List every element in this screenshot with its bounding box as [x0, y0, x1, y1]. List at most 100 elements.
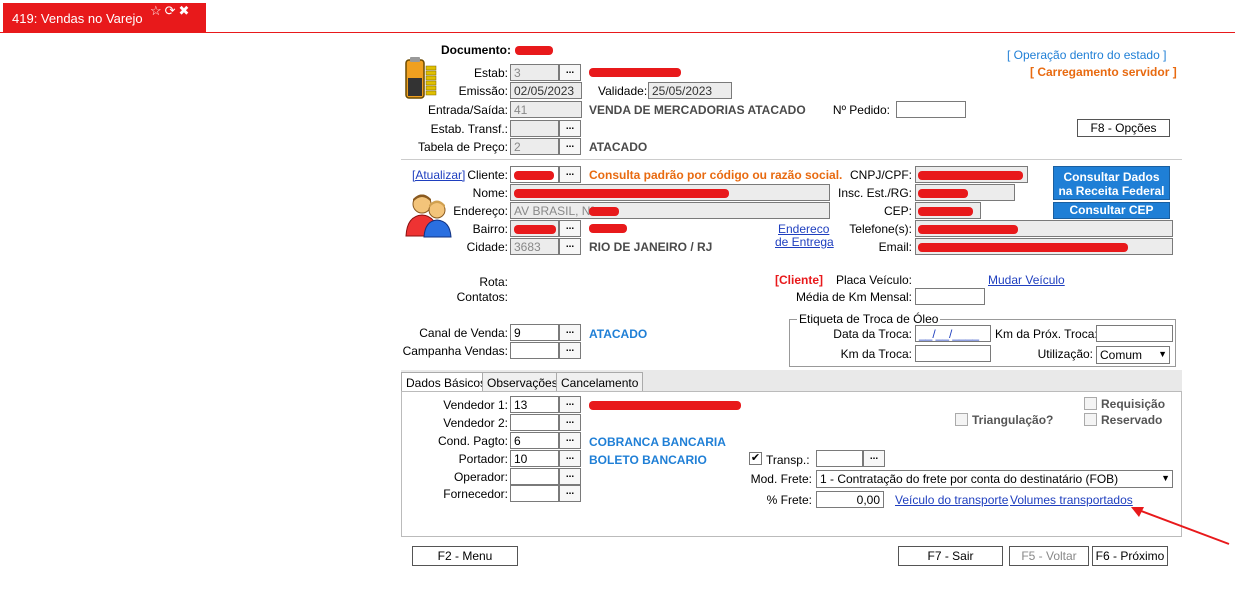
bairro-field[interactable]	[510, 220, 559, 237]
chevron-down-icon: ▼	[1158, 349, 1167, 359]
media-km-field[interactable]	[915, 288, 985, 305]
nome-redacted	[514, 189, 729, 198]
documento-redacted	[515, 46, 553, 55]
proximo-button[interactable]: F6 - Próximo	[1092, 546, 1168, 566]
vendedor2-field[interactable]	[510, 414, 559, 431]
tab-action-icons[interactable]: ☆⟳✖	[150, 3, 192, 19]
carregamento-status: [ Carregamento servidor ]	[1030, 65, 1177, 79]
window-title-tab[interactable]: 419: Vendas no Varejo ☆⟳✖	[3, 3, 206, 33]
cnpj-field[interactable]	[915, 166, 1028, 183]
triangulacao-checkbox[interactable]	[955, 413, 968, 426]
km-prox-troca-field[interactable]	[1096, 325, 1173, 342]
estab-transf-lookup-button[interactable]: ...	[559, 120, 581, 137]
validade-label: Validade:	[598, 84, 648, 98]
vendedor1-label: Vendedor 1:	[443, 398, 508, 412]
cep-label: CEP:	[883, 204, 912, 218]
campanha-lookup-button[interactable]: ...	[559, 342, 581, 359]
mod-frete-label: Mod. Frete:	[750, 472, 812, 486]
data-troca-label: Data da Troca:	[833, 327, 912, 341]
bairro-lookup-button[interactable]: ...	[559, 220, 581, 237]
emissao-field[interactable]: 02/05/2023	[510, 82, 582, 99]
bairro-desc-redacted	[589, 224, 627, 233]
vendedor1-desc-redacted	[589, 401, 741, 410]
veiculo-transporte-link[interactable]: Veículo do transporte	[895, 493, 1008, 507]
bairro-label: Bairro:	[472, 222, 508, 236]
cidade-lookup-button[interactable]: ...	[559, 238, 581, 255]
document-battery-icon	[404, 56, 438, 102]
canal-venda-field[interactable]: 9	[510, 324, 559, 341]
voltar-button[interactable]: F5 - Voltar	[1009, 546, 1089, 566]
portador-field[interactable]: 10	[510, 450, 559, 467]
campanha-field[interactable]	[510, 342, 559, 359]
tab-cancelamento[interactable]: Cancelamento	[556, 372, 644, 392]
tab-dados-basicos[interactable]: Dados Básicos	[401, 372, 492, 393]
estab-transf-field[interactable]	[510, 120, 559, 137]
nome-label: Nome:	[472, 186, 508, 200]
transp-checkbox[interactable]: ✔	[749, 452, 762, 465]
consultar-receita-button[interactable]: Consultar Dados na Receita Federal	[1053, 166, 1170, 200]
canal-venda-lookup-button[interactable]: ...	[559, 324, 581, 341]
email-label: Email:	[878, 240, 912, 254]
reservado-checkbox[interactable]	[1084, 413, 1097, 426]
tabela-preco-field[interactable]: 2	[510, 138, 559, 155]
tab-observacoes[interactable]: Observações	[482, 372, 563, 392]
operador-field[interactable]	[510, 468, 559, 485]
telefone-field[interactable]	[915, 220, 1173, 237]
pedido-label: Nº Pedido:	[832, 103, 890, 117]
estab-field[interactable]: 3	[510, 64, 559, 81]
endereco-field[interactable]: AV BRASIL, Nº	[510, 202, 830, 219]
estab-lookup-button[interactable]: ...	[559, 64, 581, 81]
fornecedor-field[interactable]	[510, 485, 559, 502]
sair-button[interactable]: F7 - Sair	[898, 546, 1003, 566]
requisicao-checkbox[interactable]	[1084, 397, 1097, 410]
perc-frete-field[interactable]: 0,00	[816, 491, 884, 508]
utilizacao-select[interactable]: Comum ▼	[1096, 346, 1170, 364]
mudar-veiculo-link[interactable]: Mudar Veículo	[988, 273, 1065, 287]
tabela-preco-lookup-button[interactable]: ...	[559, 138, 581, 155]
pedido-field[interactable]	[896, 101, 966, 118]
insc-field[interactable]	[915, 184, 1015, 201]
data-troca-field[interactable]: __/__/____	[915, 325, 991, 342]
entrada-saida-field[interactable]: 41	[510, 101, 582, 118]
vendedor1-lookup-button[interactable]: ...	[559, 396, 581, 413]
cidade-label: Cidade:	[466, 240, 508, 254]
consultar-cep-button[interactable]: Consultar CEP	[1053, 202, 1170, 219]
cond-pagto-desc: COBRANCA BANCARIA	[589, 435, 726, 449]
cliente-lookup-button[interactable]: ...	[559, 166, 581, 183]
volumes-transportados-link[interactable]: Volumes transportados	[1010, 493, 1133, 507]
rota-label: Rota:	[479, 275, 508, 289]
emissao-label: Emissão:	[458, 84, 508, 98]
cliente-label: Cliente:	[467, 168, 508, 182]
cidade-desc: RIO DE JANEIRO / RJ	[589, 240, 713, 254]
cep-field[interactable]	[915, 202, 981, 219]
menu-button[interactable]: F2 - Menu	[412, 546, 518, 566]
nome-field[interactable]	[510, 184, 830, 201]
cidade-field[interactable]: 3683	[510, 238, 559, 255]
operador-label: Operador:	[453, 470, 508, 484]
cond-pagto-lookup-button[interactable]: ...	[559, 432, 581, 449]
validade-field[interactable]: 25/05/2023	[648, 82, 732, 99]
cep-redacted	[918, 207, 973, 216]
consultar-receita-line1: Consultar Dados	[1063, 170, 1160, 184]
cond-pagto-field[interactable]: 6	[510, 432, 559, 449]
portador-lookup-button[interactable]: ...	[559, 450, 581, 467]
endereco-label: Endereço:	[453, 204, 508, 218]
cliente-hint: Consulta padrão por código ou razão soci…	[589, 168, 843, 182]
transp-lookup-button[interactable]: ...	[863, 450, 885, 467]
cliente-field[interactable]	[510, 166, 559, 183]
operador-lookup-button[interactable]: ...	[559, 468, 581, 485]
email-field[interactable]	[915, 238, 1173, 255]
km-troca-field[interactable]	[915, 345, 991, 362]
estab-label: Estab:	[473, 66, 508, 80]
vendedor1-field[interactable]: 13	[510, 396, 559, 413]
mod-frete-select[interactable]: 1 - Contratação do frete por conta do de…	[816, 470, 1173, 488]
section-divider	[401, 159, 1182, 160]
tabela-preco-desc: ATACADO	[589, 140, 648, 154]
opcoes-button[interactable]: F8 - Opções	[1077, 119, 1170, 137]
vendedor2-lookup-button[interactable]: ...	[559, 414, 581, 431]
estab-transf-label: Estab. Transf.:	[430, 122, 508, 136]
fornecedor-lookup-button[interactable]: ...	[559, 485, 581, 502]
transp-field[interactable]	[816, 450, 863, 467]
canal-venda-label: Canal de Venda:	[419, 326, 508, 340]
utilizacao-label: Utilização:	[1037, 347, 1093, 361]
